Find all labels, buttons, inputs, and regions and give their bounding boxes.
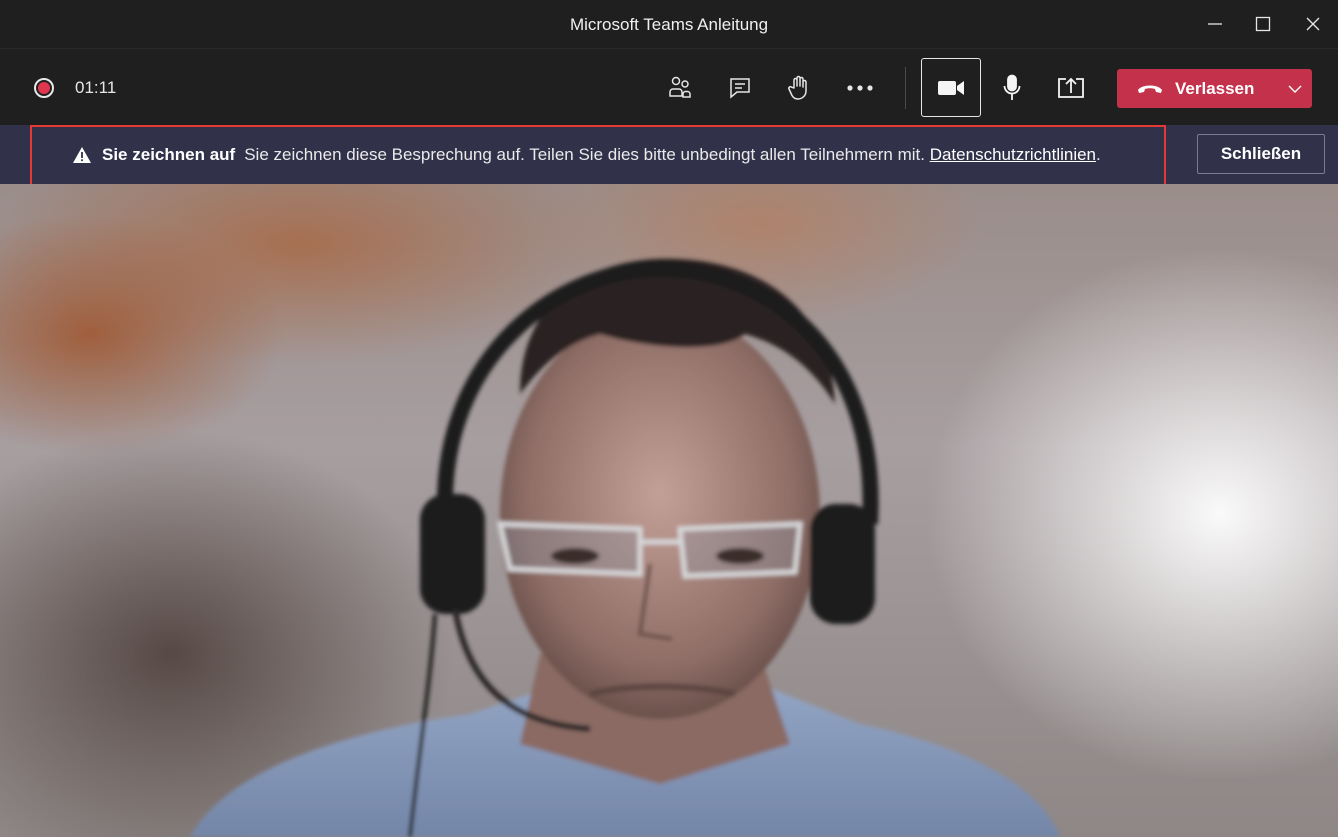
banner-link-suffix: . — [1096, 145, 1101, 164]
show-chat-button[interactable] — [710, 59, 770, 117]
privacy-policy-link[interactable]: Datenschutzrichtlinien — [930, 145, 1096, 165]
leave-options-button[interactable] — [1277, 69, 1312, 108]
share-screen-icon — [1058, 77, 1084, 98]
minimize-icon — [1208, 23, 1222, 25]
close-banner-button[interactable]: Schließen — [1197, 134, 1325, 174]
participant-video-image — [190, 258, 1060, 837]
banner-message: Sie zeichnen auf Sie zeichnen diese Besp… — [72, 145, 1101, 165]
participant-video — [0, 184, 1338, 837]
hang-up-icon — [1138, 85, 1162, 93]
window-title: Microsoft Teams Anleitung — [569, 15, 769, 34]
camera-icon — [938, 80, 964, 95]
microphone-toggle-button[interactable] — [982, 59, 1042, 117]
maximize-icon — [1255, 16, 1271, 32]
chat-icon — [730, 78, 750, 99]
raise-hand-button[interactable] — [769, 59, 829, 117]
recording-banner: Sie zeichnen auf Sie zeichnen diese Besp… — [0, 125, 1338, 186]
warning-icon — [72, 146, 92, 164]
title-bar: Microsoft Teams Anleitung — [0, 0, 1338, 48]
chevron-down-icon — [1288, 85, 1301, 93]
recording-icon — [34, 78, 54, 98]
more-actions-button[interactable] — [830, 59, 890, 117]
close-icon — [1306, 17, 1320, 31]
leave-main[interactable]: Verlassen — [1117, 69, 1267, 108]
meeting-timer: 01:11 — [75, 78, 117, 97]
more-icon — [847, 85, 873, 91]
share-screen-button[interactable] — [1041, 59, 1101, 117]
show-participants-button[interactable] — [650, 59, 710, 117]
camera-toggle-button[interactable] — [921, 58, 981, 117]
people-icon — [669, 76, 691, 98]
minimize-button[interactable] — [1190, 0, 1240, 48]
banner-title: Sie zeichnen auf — [102, 145, 236, 164]
meeting-toolbar: 01:11 Verlassen — [0, 48, 1338, 125]
raise-hand-icon — [788, 75, 807, 100]
maximize-button[interactable] — [1238, 0, 1288, 48]
toolbar-divider — [905, 67, 906, 109]
leave-label: Verlassen — [1175, 78, 1255, 98]
close-window-button[interactable] — [1288, 0, 1338, 48]
microphone-icon — [1003, 74, 1021, 100]
banner-text: Sie zeichnen diese Besprechung auf. Teil… — [244, 145, 925, 164]
leave-button[interactable]: Verlassen — [1117, 69, 1312, 108]
